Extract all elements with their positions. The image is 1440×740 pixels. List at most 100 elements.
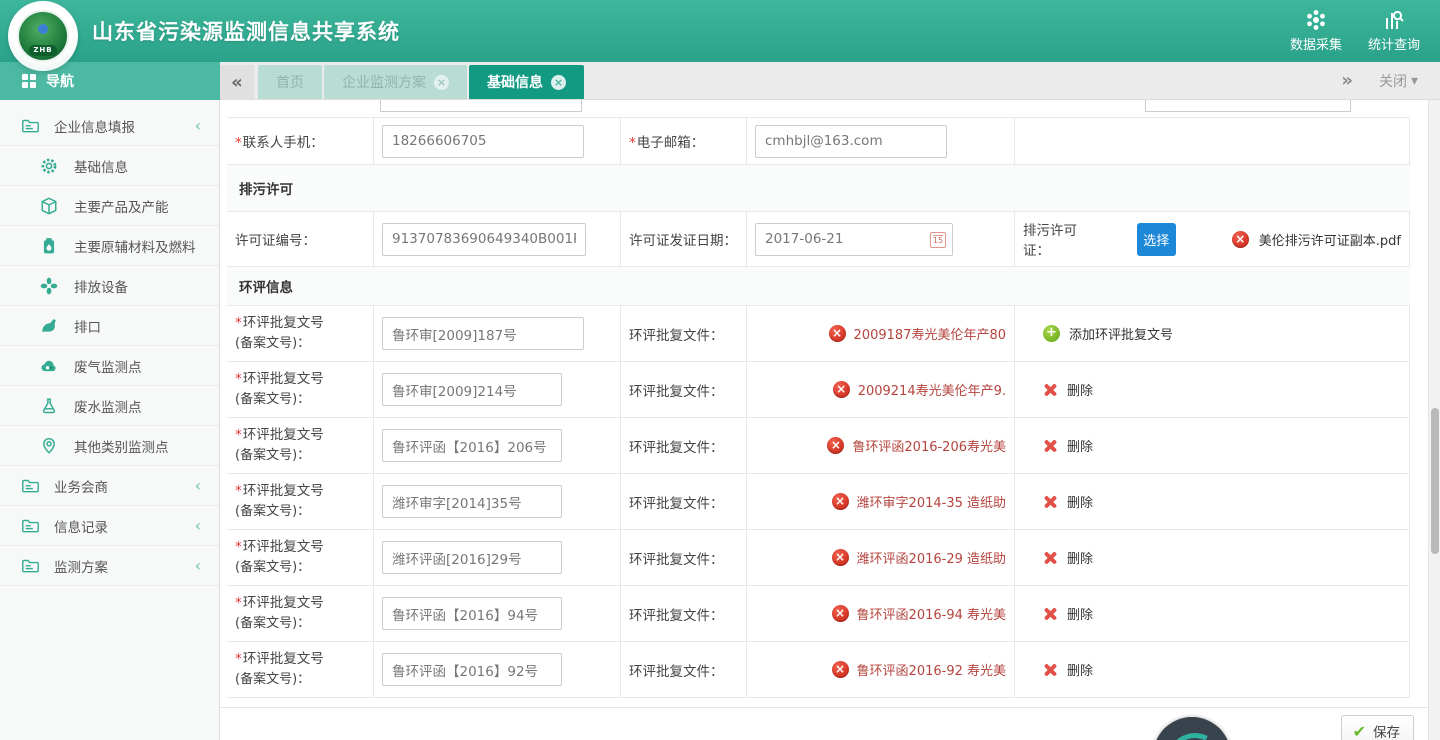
eia-file-name[interactable]: 鲁环评函2016-94 寿光美 xyxy=(857,604,1006,623)
eia-row: *环评批复文号(备案文号)： 环评批复文件： × 2009187寿光美伦年产80… xyxy=(227,306,1410,362)
eia-file-label: 环评批复文件： xyxy=(629,492,724,512)
eia-number-input[interactable] xyxy=(382,597,562,630)
eia-number-input[interactable] xyxy=(382,373,562,406)
tab-scroll-right-button[interactable]: » xyxy=(1341,70,1353,91)
sidebar-item-raw-materials-fuel[interactable]: 主要原辅材料及燃料 xyxy=(0,226,219,266)
clipped-input[interactable] xyxy=(1145,100,1351,112)
contact-row: *联系人手机： *电子邮箱： xyxy=(227,118,1410,165)
remove-file-icon[interactable]: × xyxy=(832,661,849,678)
eia-file-label: 环评批复文件： xyxy=(629,604,724,624)
eia-row: *环评批复文号(备案文号)： 环评批复文件： × 鲁环评函2016-94 寿光美… xyxy=(227,586,1410,642)
add-icon: + xyxy=(1043,325,1060,342)
sidebar-item-label: 主要产品及产能 xyxy=(74,196,169,216)
basic-info-form: *联系人手机： *电子邮箱： 排污许可 许可证编号： 许可证发证日期： xyxy=(220,100,1428,740)
tab-close-icon[interactable]: × xyxy=(551,75,566,90)
sidebar-item-enterprise-info[interactable]: 企业信息填报 ‹ xyxy=(0,106,219,146)
remove-file-icon[interactable]: × xyxy=(1232,231,1249,248)
eia-number-input[interactable] xyxy=(382,485,562,518)
eia-file-name[interactable]: 潍环评函2016-29 造纸助 xyxy=(857,548,1006,567)
sidebar-item-label: 监测方案 xyxy=(54,556,108,576)
remove-file-icon[interactable]: × xyxy=(827,437,844,454)
flask-icon xyxy=(40,397,58,415)
stats-query-button[interactable]: 统计查询 xyxy=(1368,9,1420,53)
permit-cert-label: 排污许可证： xyxy=(1023,219,1089,259)
email-input[interactable] xyxy=(755,125,947,158)
caret-down-icon: ▾ xyxy=(1411,73,1418,89)
clipped-input[interactable] xyxy=(380,100,582,112)
permit-file-name[interactable]: 美伦排污许可证副本.pdf xyxy=(1259,230,1401,249)
delete-eia-row-button[interactable]: 删除 xyxy=(1015,530,1410,585)
phone-label: *联系人手机： xyxy=(235,131,324,151)
delete-x-icon xyxy=(1043,438,1058,453)
eia-file-label: 环评批复文件： xyxy=(629,380,724,400)
eia-number-label: *环评批复文号 xyxy=(235,649,324,670)
delete-x-icon xyxy=(1043,550,1058,565)
eia-number-label: *环评批复文号 xyxy=(235,369,324,390)
vertical-scrollbar[interactable] xyxy=(1428,100,1440,740)
tab-close-icon[interactable]: × xyxy=(434,75,449,90)
sidebar-item-label: 主要原辅材料及燃料 xyxy=(74,236,196,256)
eia-row: *环评批复文号(备案文号)： 环评批复文件： × 潍环审字2014-35 造纸助… xyxy=(227,474,1410,530)
remove-file-icon[interactable]: × xyxy=(832,493,849,510)
fan-icon xyxy=(40,277,58,295)
sidebar-item-label: 企业信息填报 xyxy=(54,116,135,136)
permit-date-input[interactable] xyxy=(755,223,953,256)
calendar-icon[interactable]: 15 xyxy=(930,232,946,248)
eia-row: *环评批复文号(备案文号)： 环评批复文件： × 潍环评函2016-29 造纸助… xyxy=(227,530,1410,586)
chevron-left-icon: ‹ xyxy=(195,476,201,495)
tab-basic-info[interactable]: 基础信息 × xyxy=(469,65,584,99)
tab-bar: « 首页 企业监测方案 × 基础信息 × » 关闭 ▾ xyxy=(220,62,1440,100)
folder-icon xyxy=(20,116,40,136)
eia-number-label: *环评批复文号 xyxy=(235,481,324,502)
delete-eia-row-button[interactable]: 删除 xyxy=(1015,586,1410,641)
tab-enterprise-monitor-plan[interactable]: 企业监测方案 × xyxy=(324,65,467,99)
sidebar-item-basic-info[interactable]: 基础信息 xyxy=(0,146,219,186)
sidebar-item-label: 废水监测点 xyxy=(74,396,142,416)
sidebar-item-waste-water-points[interactable]: 废水监测点 xyxy=(0,386,219,426)
scrollbar-thumb[interactable] xyxy=(1431,408,1439,554)
delete-eia-row-button[interactable]: 删除 xyxy=(1015,418,1410,473)
eia-file-name[interactable]: 2009214寿光美伦年产9. xyxy=(858,380,1006,399)
delete-eia-row-button[interactable]: 删除 xyxy=(1015,642,1410,697)
remove-file-icon[interactable]: × xyxy=(829,325,846,342)
close-tabs-menu[interactable]: 关闭 ▾ xyxy=(1379,71,1418,91)
folder-icon xyxy=(20,476,40,496)
eia-file-name[interactable]: 潍环审字2014-35 造纸助 xyxy=(857,492,1006,511)
delete-eia-row-button[interactable]: 删除 xyxy=(1015,474,1410,529)
sidebar-nav: 企业信息填报 ‹ 基础信息 主要产品及产能 xyxy=(0,100,220,740)
eia-file-name[interactable]: 2009187寿光美伦年产80 xyxy=(854,324,1006,343)
eia-number-input[interactable] xyxy=(382,653,562,686)
tab-home-label: 首页 xyxy=(276,72,304,92)
sidebar-item-business-consult[interactable]: 业务会商 ‹ xyxy=(0,466,219,506)
eia-row: *环评批复文号(备案文号)： 环评批复文件： × 2009214寿光美伦年产9.… xyxy=(227,362,1410,418)
sidebar-item-products-capacity[interactable]: 主要产品及产能 xyxy=(0,186,219,226)
tab-scroll-left-button[interactable]: « xyxy=(220,65,254,99)
permit-no-input[interactable] xyxy=(382,223,586,256)
logo-badge: ZHB xyxy=(29,45,57,56)
tab-home[interactable]: 首页 xyxy=(258,65,322,99)
sidebar-item-other-monitor-points[interactable]: 其他类别监测点 xyxy=(0,426,219,466)
eia-number-input[interactable] xyxy=(382,541,562,574)
sidebar-item-waste-gas-points[interactable]: 废气监测点 xyxy=(0,346,219,386)
remove-file-icon[interactable]: × xyxy=(832,549,849,566)
phone-input[interactable] xyxy=(382,125,584,158)
choose-file-button[interactable]: 选择 xyxy=(1137,223,1176,256)
sidebar-item-info-records[interactable]: 信息记录 ‹ xyxy=(0,506,219,546)
eia-number-input[interactable] xyxy=(382,317,584,350)
eia-number-label: *环评批复文号 xyxy=(235,313,324,334)
eia-number-input[interactable] xyxy=(382,429,562,462)
save-bar: ✔ 保存 xyxy=(220,707,1428,740)
app-title: 山东省污染源监测信息共享系统 xyxy=(92,16,400,46)
eia-file-name[interactable]: 鲁环评函2016-92 寿光美 xyxy=(857,660,1006,679)
eia-file-name[interactable]: 鲁环评函2016-206寿光美 xyxy=(852,436,1006,455)
delete-eia-row-button[interactable]: 删除 xyxy=(1015,362,1410,417)
remove-file-icon[interactable]: × xyxy=(832,605,849,622)
add-eia-row-button[interactable]: + 添加环评批复文号 xyxy=(1015,306,1410,361)
save-button[interactable]: ✔ 保存 xyxy=(1341,715,1414,740)
sidebar-item-emission-equipment[interactable]: 排放设备 xyxy=(0,266,219,306)
data-collection-button[interactable]: 数据采集 xyxy=(1290,9,1342,53)
remove-file-icon[interactable]: × xyxy=(833,381,850,398)
sidebar-item-monitor-plan[interactable]: 监测方案 ‹ xyxy=(0,546,219,586)
sidebar-item-outlets[interactable]: 排口 xyxy=(0,306,219,346)
sidebar-item-label: 废气监测点 xyxy=(74,356,142,376)
